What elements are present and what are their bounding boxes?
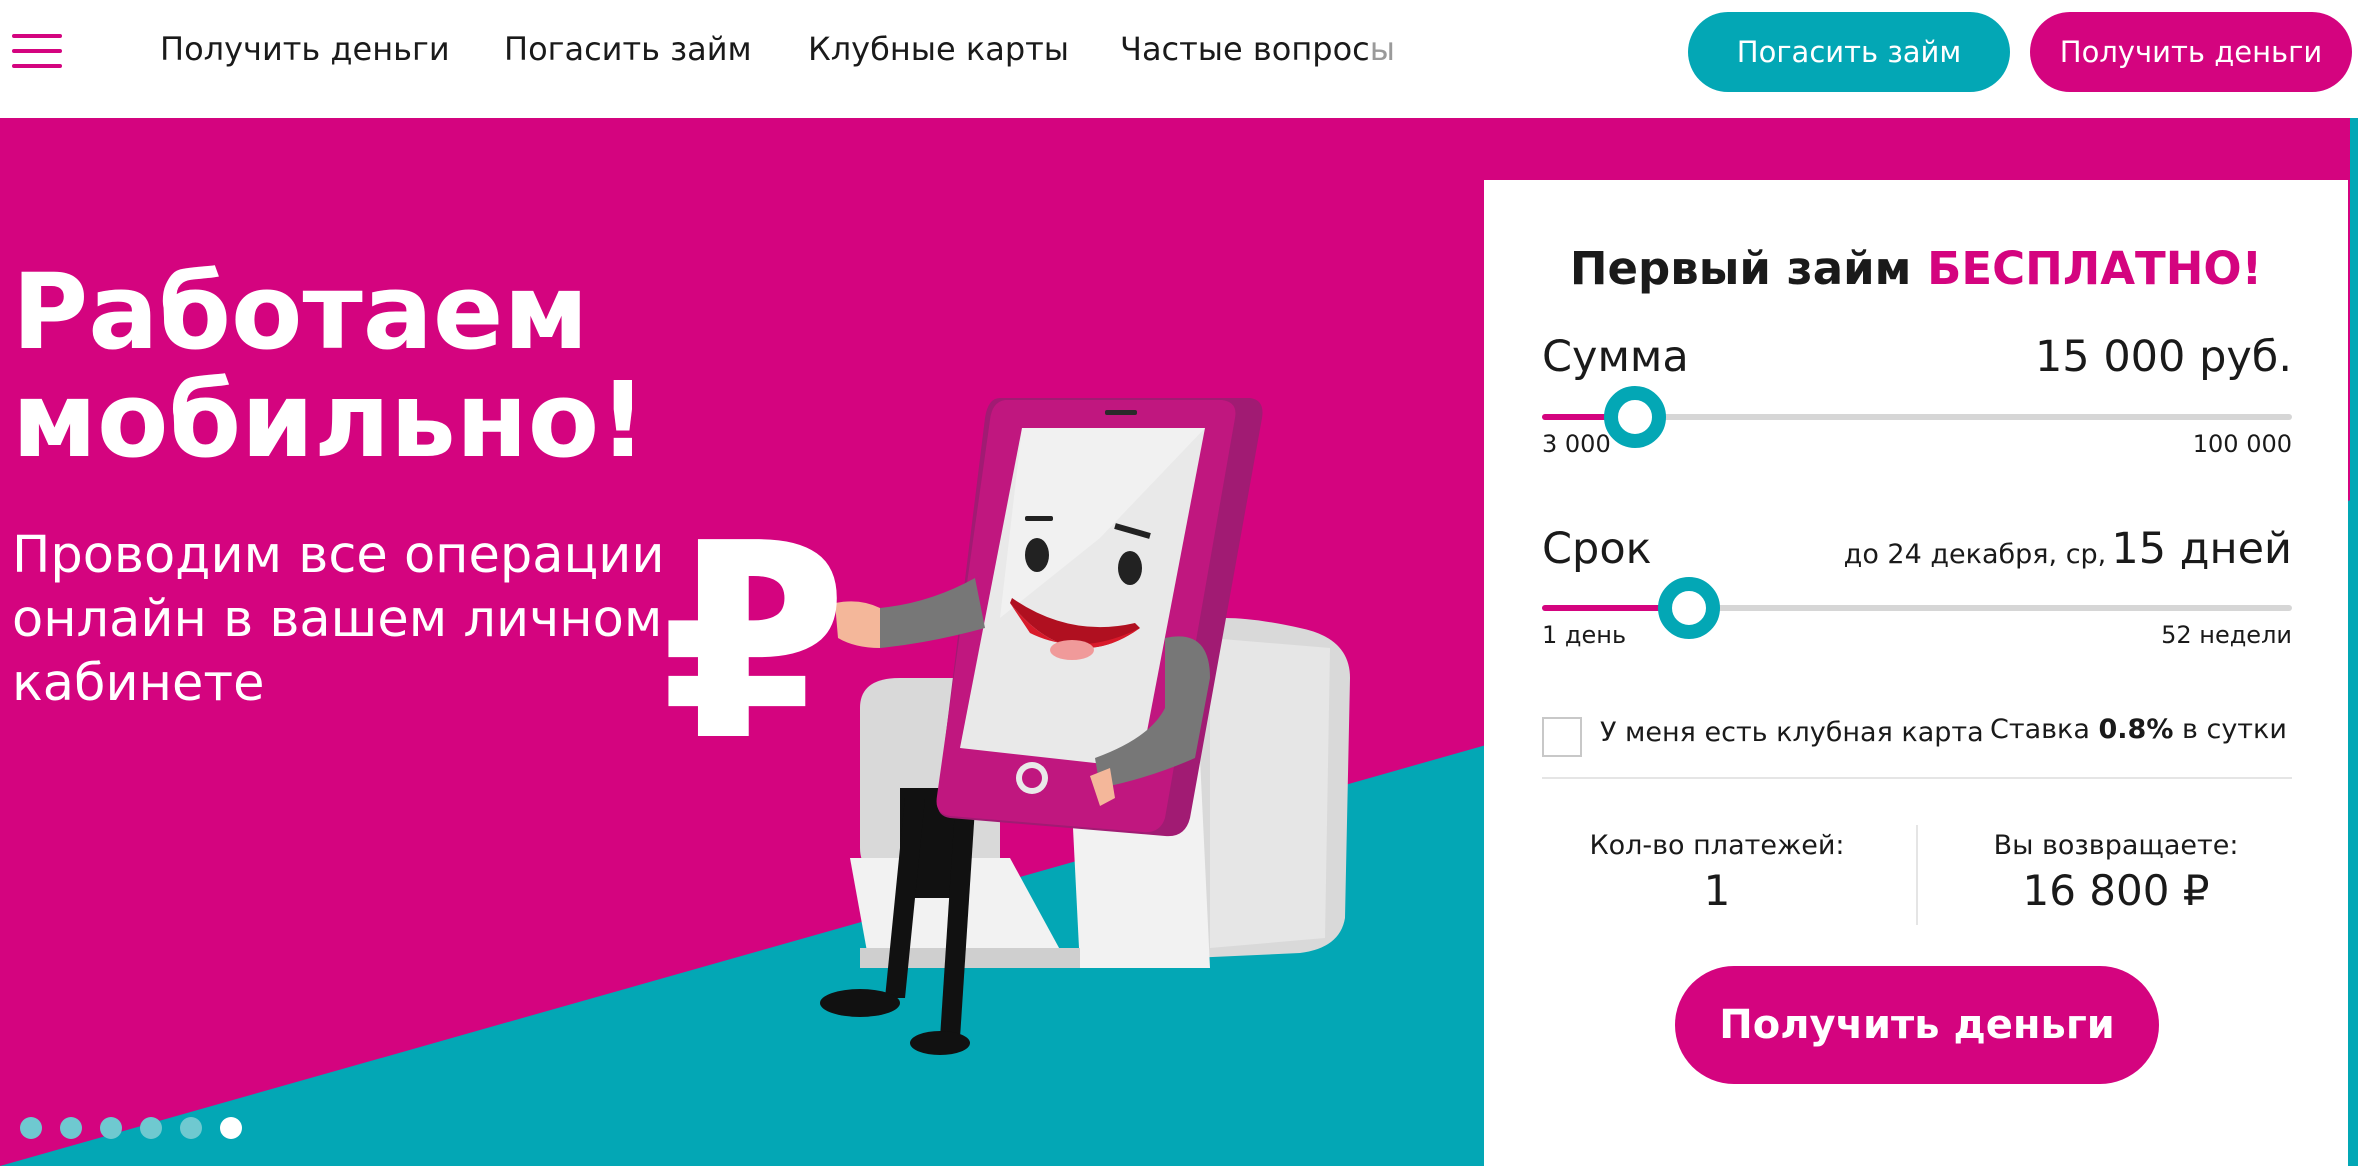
calculator-title: Первый займ БЕСПЛАТНО! xyxy=(1484,242,2348,295)
hero-title: Работаем мобильно! xyxy=(12,258,712,474)
calculator-title-accent: БЕСПЛАТНО! xyxy=(1927,242,2263,295)
amount-max-label: 100 000 xyxy=(2192,430,2292,458)
amount-value: 15 000 руб. xyxy=(2034,332,2292,382)
menu-icon-bar xyxy=(12,34,62,38)
nav-repay-loan[interactable]: Погасить займ xyxy=(504,30,752,68)
nav-faq-label-tail: ы xyxy=(1369,30,1396,68)
nav-get-money[interactable]: Получить деньги xyxy=(160,30,450,68)
hero-title-line2: мобильно! xyxy=(12,359,647,481)
hero-subtitle: Проводим все операции онлайн в вашем лич… xyxy=(12,526,665,713)
right-edge-strip xyxy=(2350,118,2358,1166)
club-card-checkbox[interactable] xyxy=(1542,717,1582,757)
menu-icon-bar xyxy=(12,49,62,53)
get-money-cta-button[interactable]: Получить деньги xyxy=(1675,966,2159,1084)
divider xyxy=(1542,777,2292,779)
return-value: 16 800 ₽ xyxy=(2022,866,2210,915)
term-label: Срок xyxy=(1542,524,1652,574)
loan-calculator: Первый займ БЕСПЛАТНО! Сумма 15 000 руб.… xyxy=(1484,180,2348,1166)
return-label: Вы возвращаете: xyxy=(1993,830,2239,861)
summary-divider xyxy=(1916,825,1918,925)
slider-dot[interactable] xyxy=(60,1117,82,1139)
payments-value: 1 xyxy=(1703,866,1731,915)
rate-suffix: в сутки xyxy=(2181,714,2287,745)
term-slider-track[interactable] xyxy=(1542,605,2292,611)
slider-dots xyxy=(20,1117,242,1143)
payments-label: Кол-во платежей: xyxy=(1589,830,1845,861)
term-min-label: 1 день xyxy=(1542,621,1627,649)
nav-club-cards[interactable]: Клубные карты xyxy=(808,30,1069,68)
hero-title-line1: Работаем xyxy=(12,251,589,373)
term-slider-handle[interactable] xyxy=(1658,577,1720,639)
slider-dot[interactable] xyxy=(140,1117,162,1139)
term-max-label: 52 недели xyxy=(2161,621,2292,649)
amount-slider-handle[interactable] xyxy=(1604,386,1666,448)
menu-icon[interactable] xyxy=(12,34,62,68)
term-value: 15 дней xyxy=(2111,524,2292,574)
menu-icon-bar xyxy=(12,64,62,68)
site-header: Получить деньги Погасить займ Клубные ка… xyxy=(0,0,2358,118)
amount-label: Сумма xyxy=(1542,332,1689,382)
slider-dot[interactable] xyxy=(100,1117,122,1139)
slider-dot[interactable] xyxy=(20,1117,42,1139)
term-date: до 24 декабря, ср, xyxy=(1843,539,2107,570)
term-value-group: до 24 декабря, ср, 15 дней xyxy=(1844,524,2292,574)
amount-min-label: 3 000 xyxy=(1542,430,1611,458)
rate-info: Ставка 0.8% в сутки xyxy=(1990,714,2287,745)
get-money-button[interactable]: Получить деньги xyxy=(2030,12,2352,92)
club-card-label[interactable]: У меня есть клубная карта xyxy=(1600,717,1984,748)
nav-faq[interactable]: Частые вопросы xyxy=(1120,30,1395,68)
slider-dot[interactable] xyxy=(180,1117,202,1139)
rate-prefix: Ставка xyxy=(1990,714,2090,745)
rate-value: 0.8% xyxy=(2098,714,2174,745)
nav-faq-label: Частые вопрос xyxy=(1120,30,1370,68)
repay-loan-button[interactable]: Погасить займ xyxy=(1688,12,2010,92)
slider-dot-active[interactable] xyxy=(220,1117,242,1139)
calculator-title-main: Первый займ xyxy=(1569,242,1912,295)
